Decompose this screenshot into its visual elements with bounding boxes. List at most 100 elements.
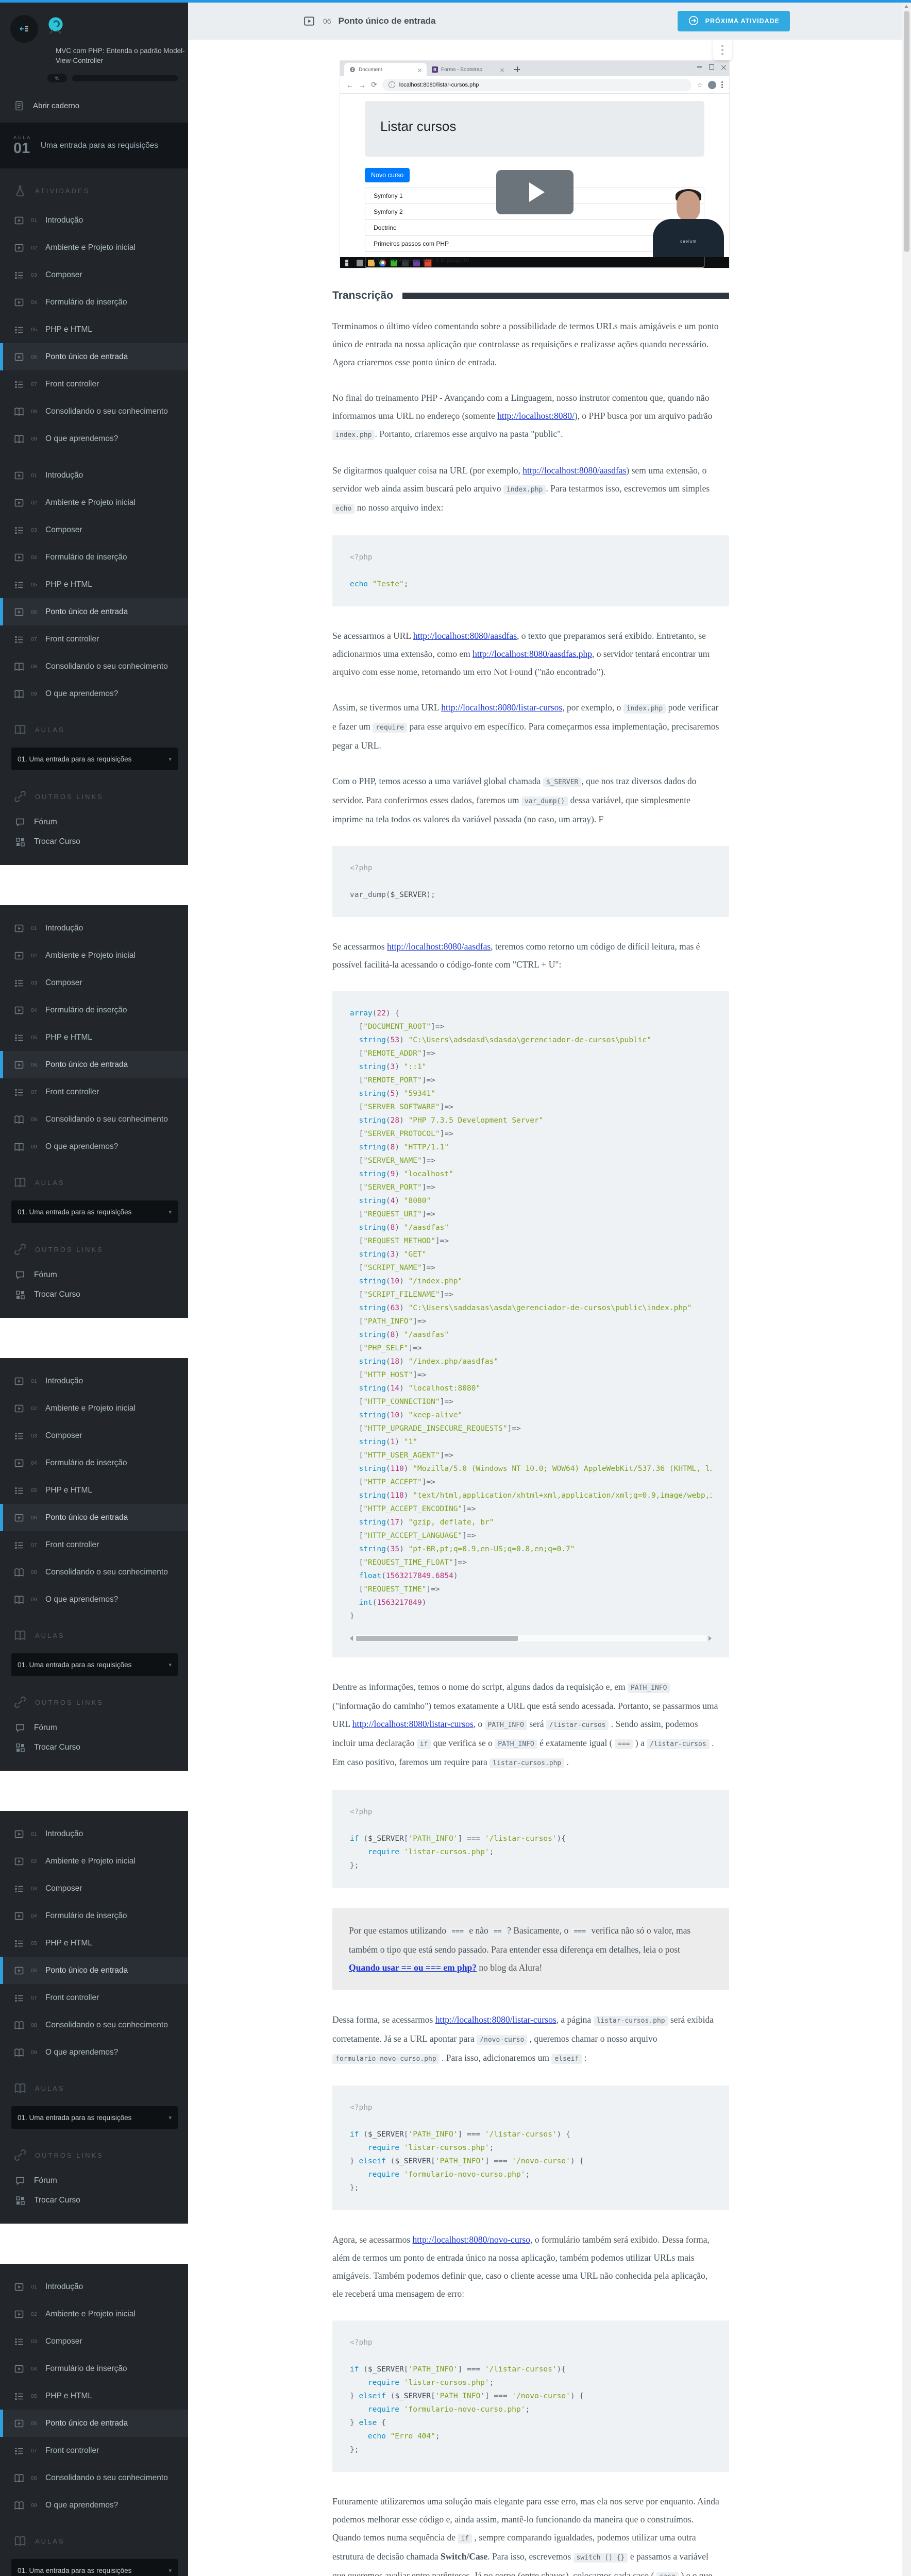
sidebar-item-ambiente-e-projeto-inicial[interactable]: 02Ambiente e Projeto inicial — [0, 942, 188, 969]
sidebar-item-forum[interactable]: Fórum — [0, 1265, 188, 1285]
sidebar-item-trocar-curso[interactable]: Trocar Curso — [0, 1285, 188, 1304]
sidebar-item-consolidando-o-seu-conhecimento[interactable]: 08Consolidando o seu conhecimento — [0, 653, 188, 680]
sidebar-item-forum[interactable]: Fórum — [0, 1718, 188, 1738]
sidebar-item-front-controller[interactable]: 07Front controller — [0, 625, 188, 653]
collapse-sidebar-button[interactable] — [10, 15, 38, 43]
other-links-header: OUTROS LINKS — [0, 1227, 188, 1265]
sidebar-item-consolidando-o-seu-conhecimento[interactable]: 08Consolidando o seu conhecimento — [0, 1106, 188, 1133]
sidebar-item-composer[interactable]: 03Composer — [0, 2328, 188, 2355]
sidebar-item-o-que-aprendemos-[interactable]: 09O que aprendemos? — [0, 1586, 188, 1613]
inline-link[interactable]: http://localhost:8080/novo-curso — [413, 2234, 530, 2245]
play-button[interactable] — [496, 170, 573, 214]
sidebar-item-formul-rio-de-inser-o[interactable]: 04Formulário de inserção — [0, 2355, 188, 2382]
lesson-select[interactable]: 01. Uma entrada para as requisições▾ — [11, 1653, 178, 1676]
inline-link[interactable]: Quando usar == ou === em php? — [349, 1962, 477, 1973]
inline-link[interactable]: http://localhost:8080/aasdfas.php — [473, 649, 592, 659]
sidebar-item-o-que-aprendemos-[interactable]: 09O que aprendemos? — [0, 1133, 188, 1160]
sidebar-item-o-que-aprendemos-[interactable]: 09O que aprendemos? — [0, 2039, 188, 2066]
next-activity-button[interactable]: PRÓXIMA ATIVIDADE — [678, 11, 790, 31]
sidebar-item-ambiente-e-projeto-inicial[interactable]: 02Ambiente e Projeto inicial — [0, 2300, 188, 2328]
sidebar-item-introdu-o[interactable]: 01Introdução — [0, 2273, 188, 2300]
sidebar-item-o-que-aprendemos-[interactable]: 09O que aprendemos? — [0, 2492, 188, 2519]
scrollbar-thumb[interactable] — [904, 11, 909, 252]
inline-link[interactable]: http://localhost:8080/listar-cursos — [441, 702, 562, 713]
sidebar-item-ambiente-e-projeto-inicial[interactable]: 02Ambiente e Projeto inicial — [0, 1848, 188, 1875]
sidebar-item-consolidando-o-seu-conhecimento[interactable]: 08Consolidando o seu conhecimento — [0, 2011, 188, 2039]
inline-code: listar-cursos.php — [594, 2016, 668, 2026]
lesson-select[interactable]: 01. Uma entrada para as requisições▾ — [11, 748, 178, 770]
sidebar-item-introdu-o[interactable]: 01Introdução — [0, 914, 188, 942]
sidebar-item-trocar-curso[interactable]: Trocar Curso — [0, 1738, 188, 1757]
sidebar-item-formul-rio-de-inser-o[interactable]: 04Formulário de inserção — [0, 289, 188, 316]
sidebar-item-ponto-nico-de-entrada[interactable]: 06Ponto único de entrada — [0, 1051, 188, 1078]
sidebar-item-consolidando-o-seu-conhecimento[interactable]: 08Consolidando o seu conhecimento — [0, 1558, 188, 1586]
sidebar-item-php-e-html[interactable]: 05PHP e HTML — [0, 1477, 188, 1504]
sidebar-item-formul-rio-de-inser-o[interactable]: 04Formulário de inserção — [0, 996, 188, 1024]
sidebar-item-ambiente-e-projeto-inicial[interactable]: 02Ambiente e Projeto inicial — [0, 234, 188, 261]
sidebar-item-composer[interactable]: 03Composer — [0, 261, 188, 289]
sidebar-item-php-e-html[interactable]: 05PHP e HTML — [0, 316, 188, 343]
sidebar-item-front-controller[interactable]: 07Front controller — [0, 1531, 188, 1558]
sidebar-item-consolidando-o-seu-conhecimento[interactable]: 08Consolidando o seu conhecimento — [0, 2464, 188, 2492]
sidebar-item-php-e-html[interactable]: 05PHP e HTML — [0, 1929, 188, 1957]
sidebar-item-composer[interactable]: 03Composer — [0, 516, 188, 544]
sidebar-item-php-e-html[interactable]: 05PHP e HTML — [0, 1024, 188, 1051]
inline-link[interactable]: http://localhost:8080/aasdfas — [522, 465, 626, 476]
lesson-select[interactable]: 01. Uma entrada para as requisições▾ — [11, 2559, 178, 2576]
sidebar-item-ambiente-e-projeto-inicial[interactable]: 02Ambiente e Projeto inicial — [0, 489, 188, 516]
sidebar-item-composer[interactable]: 03Composer — [0, 1422, 188, 1449]
inline-link[interactable]: http://localhost:8080/listar-cursos — [435, 2014, 556, 2025]
sidebar-item-introdu-o[interactable]: 01Introdução — [0, 207, 188, 234]
inline-link[interactable]: http://localhost:8080/aasdfas — [413, 631, 517, 641]
sidebar-item-introdu-o[interactable]: 01Introdução — [0, 1367, 188, 1395]
sidebar-item-front-controller[interactable]: 07Front controller — [0, 1078, 188, 1106]
inline-link[interactable]: http://localhost:8080/ — [497, 411, 575, 421]
sidebar-item-php-e-html[interactable]: 05PHP e HTML — [0, 571, 188, 598]
sidebar-item-trocar-curso[interactable]: Trocar Curso — [0, 2191, 188, 2210]
sidebar-item-introdu-o[interactable]: 01Introdução — [0, 1820, 188, 1848]
sidebar-item-ponto-nico-de-entrada[interactable]: 06Ponto único de entrada — [0, 2410, 188, 2437]
inline-code: /listar-cursos — [546, 1720, 609, 1730]
video-icon — [13, 552, 25, 563]
sidebar-item-composer[interactable]: 03Composer — [0, 1875, 188, 1902]
sidebar-item-formul-rio-de-inser-o[interactable]: 04Formulário de inserção — [0, 544, 188, 571]
book-icon — [13, 2472, 25, 2484]
flask-icon — [13, 184, 27, 197]
lesson-banner[interactable]: AULA01Uma entrada para as requisições — [0, 123, 188, 168]
sidebar-item-front-controller[interactable]: 07Front controller — [0, 2437, 188, 2464]
video-player[interactable]: Document B Forms - Bootstrap ← → ⟳ i loc… — [340, 61, 729, 268]
scrollbar-up-arrow-icon[interactable] — [904, 5, 908, 8]
inline-link[interactable]: http://localhost:8080/listar-cursos — [352, 1719, 474, 1729]
open-notebook-button[interactable]: Abrir caderno — [0, 90, 188, 123]
code-horizontal-scrollbar[interactable] — [350, 1634, 712, 1642]
list-icon — [13, 1087, 25, 1098]
sidebar-item-trocar-curso[interactable]: Trocar Curso — [0, 832, 188, 852]
sidebar-item-front-controller[interactable]: 07Front controller — [0, 370, 188, 398]
video-icon — [13, 2281, 25, 2293]
inline-link[interactable]: http://localhost:8080/aasdfas — [387, 941, 491, 952]
sidebar-item-formul-rio-de-inser-o[interactable]: 04Formulário de inserção — [0, 1449, 188, 1477]
sidebar-item-composer[interactable]: 03Composer — [0, 969, 188, 996]
video-icon — [13, 1059, 25, 1071]
lesson-select[interactable]: 01. Uma entrada para as requisições▾ — [11, 2106, 178, 2129]
sidebar-item-ambiente-e-projeto-inicial[interactable]: 02Ambiente e Projeto inicial — [0, 1395, 188, 1422]
sidebar-item-forum[interactable]: Fórum — [0, 2171, 188, 2191]
sidebar-item-formul-rio-de-inser-o[interactable]: 04Formulário de inserção — [0, 1902, 188, 1929]
sidebar-item-forum[interactable]: Fórum — [0, 812, 188, 832]
sidebar-item-o-que-aprendemos-[interactable]: 09O que aprendemos? — [0, 425, 188, 452]
page-scrollbar[interactable] — [902, 3, 911, 2576]
lesson-select[interactable]: 01. Uma entrada para as requisições▾ — [11, 1200, 178, 1223]
more-options-button[interactable] — [713, 40, 732, 60]
sidebar-item-ponto-nico-de-entrada[interactable]: 06Ponto único de entrada — [0, 1957, 188, 1984]
sidebar-item-consolidando-o-seu-conhecimento[interactable]: 08Consolidando o seu conhecimento — [0, 398, 188, 425]
sidebar-item-ponto-nico-de-entrada[interactable]: 06Ponto único de entrada — [0, 598, 188, 625]
jumbotron: Listar cursos — [365, 101, 704, 157]
sidebar-item-introdu-o[interactable]: 01Introdução — [0, 462, 188, 489]
sidebar-item-ponto-nico-de-entrada[interactable]: 06Ponto único de entrada — [0, 1504, 188, 1531]
sidebar-item-php-e-html[interactable]: 05PHP e HTML — [0, 2382, 188, 2410]
video-icon — [13, 1965, 25, 1976]
sidebar-item-o-que-aprendemos-[interactable]: 09O que aprendemos? — [0, 680, 188, 707]
list-icon — [13, 2336, 25, 2347]
sidebar-item-ponto-nico-de-entrada[interactable]: 06Ponto único de entrada — [0, 343, 188, 370]
sidebar-item-front-controller[interactable]: 07Front controller — [0, 1984, 188, 2011]
